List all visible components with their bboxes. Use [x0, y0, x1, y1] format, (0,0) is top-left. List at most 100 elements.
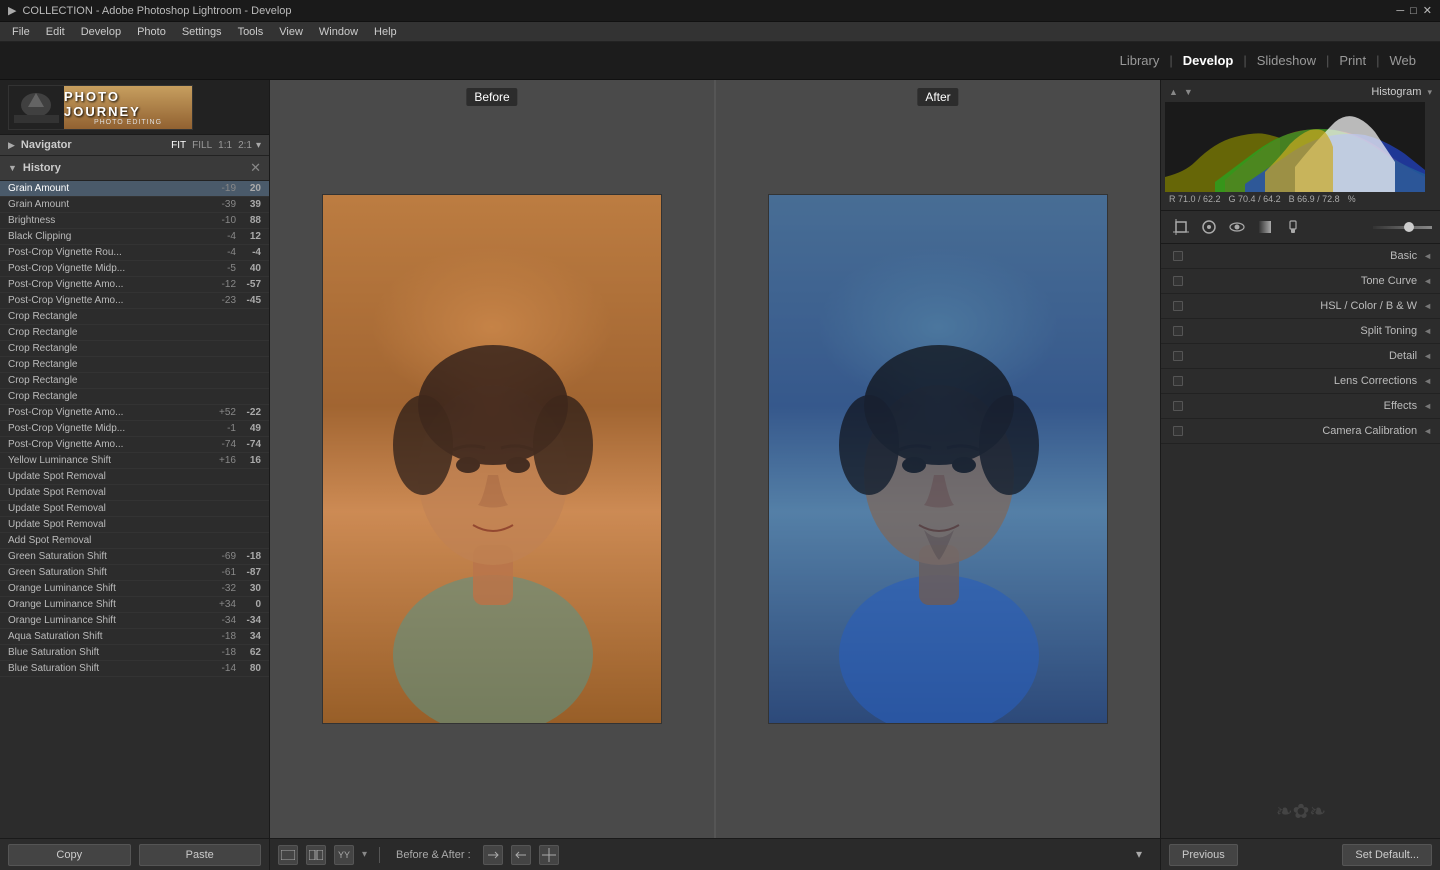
menu-item-edit[interactable]: Edit — [38, 26, 73, 38]
history-item[interactable]: Update Spot Removal — [0, 501, 269, 517]
panel-collapse-arrow[interactable]: ◄ — [1423, 276, 1432, 286]
paste-button[interactable]: Paste — [139, 844, 262, 866]
maximize-btn[interactable]: □ — [1410, 5, 1417, 17]
history-item[interactable]: Brightness-1088 — [0, 213, 269, 229]
menu-item-window[interactable]: Window — [311, 26, 366, 38]
history-item[interactable]: Crop Rectangle — [0, 309, 269, 325]
history-item[interactable]: Crop Rectangle — [0, 357, 269, 373]
history-item[interactable]: Grain Amount-1920 — [0, 181, 269, 197]
view-split-icon[interactable] — [306, 845, 326, 865]
panel-checkbox[interactable] — [1173, 426, 1183, 436]
history-item[interactable]: Post-Crop Vignette Midp...-149 — [0, 421, 269, 437]
history-item[interactable]: Update Spot Removal — [0, 517, 269, 533]
nav-library[interactable]: Library — [1116, 53, 1164, 68]
navigator-dropdown-arrow[interactable]: ▾ — [256, 140, 261, 151]
view-dropdown-arrow[interactable]: ▾ — [362, 849, 367, 860]
history-item[interactable]: Add Spot Removal — [0, 533, 269, 549]
panel-checkbox[interactable] — [1173, 376, 1183, 386]
panel-collapse-arrow[interactable]: ◄ — [1423, 376, 1432, 386]
history-item[interactable]: Post-Crop Vignette Amo...-74-74 — [0, 437, 269, 453]
history-item[interactable]: Crop Rectangle — [0, 389, 269, 405]
panel-collapse-arrow[interactable]: ◄ — [1423, 251, 1432, 261]
history-item[interactable]: Post-Crop Vignette Rou...-4-4 — [0, 245, 269, 261]
nav-develop[interactable]: Develop — [1179, 53, 1238, 68]
view-split-alt-icon[interactable]: YY — [334, 845, 354, 865]
menu-item-tools[interactable]: Tools — [230, 26, 272, 38]
menu-item-file[interactable]: File — [4, 26, 38, 38]
panel-row-basic[interactable]: Basic◄ — [1161, 244, 1440, 269]
menu-item-view[interactable]: View — [271, 26, 311, 38]
history-item[interactable]: Green Saturation Shift-61-87 — [0, 565, 269, 581]
panel-checkbox[interactable] — [1173, 326, 1183, 336]
tool-slider[interactable] — [1373, 226, 1433, 229]
panel-row-camera-calibration[interactable]: Camera Calibration◄ — [1161, 419, 1440, 444]
panel-collapse-arrow[interactable]: ◄ — [1423, 426, 1432, 436]
minimize-btn[interactable]: ─ — [1396, 5, 1404, 17]
panel-row-effects[interactable]: Effects◄ — [1161, 394, 1440, 419]
view-mode-dropdown[interactable]: ▾ — [1136, 847, 1152, 863]
history-item[interactable]: Post-Crop Vignette Midp...-540 — [0, 261, 269, 277]
view-single-icon[interactable] — [278, 845, 298, 865]
tool-slider-thumb[interactable] — [1404, 222, 1414, 232]
history-header[interactable]: ▼ History ✕ — [0, 156, 269, 181]
panel-collapse-arrow[interactable]: ◄ — [1423, 301, 1432, 311]
panel-row-lens-corrections[interactable]: Lens Corrections◄ — [1161, 369, 1440, 394]
history-item[interactable]: Crop Rectangle — [0, 341, 269, 357]
history-item[interactable]: Crop Rectangle — [0, 373, 269, 389]
menu-item-help[interactable]: Help — [366, 26, 405, 38]
panel-checkbox[interactable] — [1173, 401, 1183, 411]
panel-checkbox[interactable] — [1173, 276, 1183, 286]
navigator-header[interactable]: ▶ Navigator FIT FILL 1:1 2:1 ▾ — [0, 135, 269, 156]
set-default-button[interactable]: Set Default... — [1342, 844, 1432, 866]
history-item[interactable]: Post-Crop Vignette Amo...-23-45 — [0, 293, 269, 309]
previous-button[interactable]: Previous — [1169, 844, 1238, 866]
history-item[interactable]: Green Saturation Shift-69-18 — [0, 549, 269, 565]
panel-row-split-toning[interactable]: Split Toning◄ — [1161, 319, 1440, 344]
spot-heal-tool[interactable] — [1197, 215, 1221, 239]
panel-checkbox[interactable] — [1173, 301, 1183, 311]
nav-web[interactable]: Web — [1386, 53, 1421, 68]
history-item[interactable]: Black Clipping-412 — [0, 229, 269, 245]
nav-print[interactable]: Print — [1335, 53, 1370, 68]
history-item[interactable]: Crop Rectangle — [0, 325, 269, 341]
history-item[interactable]: Blue Saturation Shift-1862 — [0, 645, 269, 661]
fit-option-1-1[interactable]: 1:1 — [218, 140, 232, 151]
menu-item-develop[interactable]: Develop — [73, 26, 129, 38]
swap-views-btn[interactable] — [483, 845, 503, 865]
panel-row-tone-curve[interactable]: Tone Curve◄ — [1161, 269, 1440, 294]
histogram-up-arrow[interactable]: ▲ — [1169, 87, 1178, 97]
history-item[interactable]: Grain Amount-3939 — [0, 197, 269, 213]
panel-row-hsl---color---b---w[interactable]: HSL / Color / B & W◄ — [1161, 294, 1440, 319]
history-item[interactable]: Aqua Saturation Shift-1834 — [0, 629, 269, 645]
history-item[interactable]: Post-Crop Vignette Amo...+52-22 — [0, 405, 269, 421]
histogram-down-arrow[interactable]: ▼ — [1184, 87, 1193, 97]
history-item[interactable]: Update Spot Removal — [0, 469, 269, 485]
brush-tool[interactable] — [1281, 215, 1305, 239]
crop-tool[interactable] — [1169, 215, 1193, 239]
history-item[interactable]: Blue Saturation Shift-1480 — [0, 661, 269, 677]
panel-collapse-arrow[interactable]: ◄ — [1423, 326, 1432, 336]
history-item[interactable]: Update Spot Removal — [0, 485, 269, 501]
fit-option-fill[interactable]: FILL — [192, 140, 212, 151]
histogram-arrow[interactable]: ▾ — [1427, 87, 1432, 98]
panel-row-detail[interactable]: Detail◄ — [1161, 344, 1440, 369]
history-item[interactable]: Orange Luminance Shift-3230 — [0, 581, 269, 597]
fit-option-2-1[interactable]: 2:1 — [238, 140, 252, 151]
copy-settings-btn[interactable] — [511, 845, 531, 865]
panel-checkbox[interactable] — [1173, 351, 1183, 361]
history-item[interactable]: Orange Luminance Shift-34-34 — [0, 613, 269, 629]
panel-collapse-arrow[interactable]: ◄ — [1423, 351, 1432, 361]
panel-checkbox[interactable] — [1173, 251, 1183, 261]
history-item[interactable]: Yellow Luminance Shift+1616 — [0, 453, 269, 469]
panel-collapse-arrow[interactable]: ◄ — [1423, 401, 1432, 411]
copy-button[interactable]: Copy — [8, 844, 131, 866]
close-btn[interactable]: ✕ — [1423, 4, 1432, 17]
reset-view-btn[interactable] — [539, 845, 559, 865]
menu-item-settings[interactable]: Settings — [174, 26, 230, 38]
nav-slideshow[interactable]: Slideshow — [1253, 53, 1320, 68]
history-item[interactable]: Orange Luminance Shift+340 — [0, 597, 269, 613]
history-close-btn[interactable]: ✕ — [250, 160, 261, 176]
gradient-tool[interactable] — [1253, 215, 1277, 239]
fit-option-fit[interactable]: FIT — [171, 140, 186, 151]
redeye-tool[interactable] — [1225, 215, 1249, 239]
